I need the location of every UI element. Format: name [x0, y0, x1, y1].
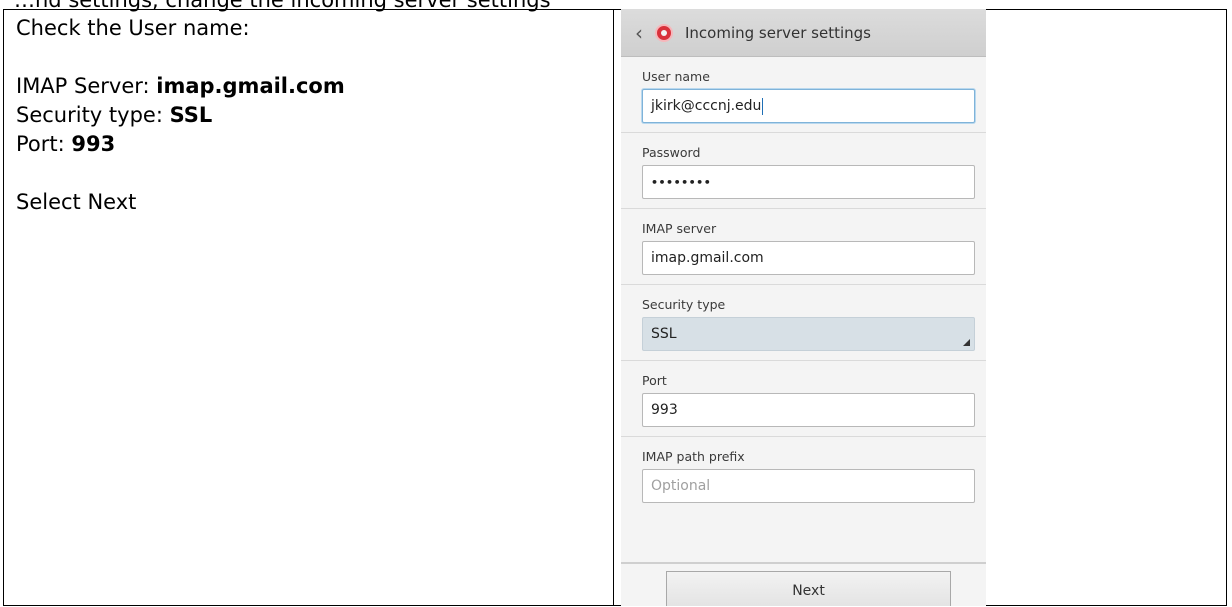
security-type-group: Security type SSL — [621, 285, 986, 361]
instructions-cell: Check the User name: IMAP Server: imap.g… — [16, 14, 596, 217]
imap-server-field[interactable]: imap.gmail.com — [642, 241, 975, 275]
imap-server-label: IMAP Server: — [16, 74, 157, 98]
user-name-label: User name — [642, 69, 710, 84]
instruction-imap-server: IMAP Server: imap.gmail.com — [16, 72, 596, 101]
header-title: Incoming server settings — [685, 23, 871, 42]
dropdown-arrow-icon — [963, 339, 970, 346]
phone-header: ‹ Incoming server settings — [621, 9, 986, 57]
button-bar-divider — [621, 562, 986, 564]
instruction-select-next: Select Next — [16, 190, 137, 214]
imap-path-prefix-group: IMAP path prefix Optional — [621, 437, 986, 503]
text-caret — [762, 97, 764, 115]
imap-server-field-label: IMAP server — [642, 221, 717, 236]
imap-path-prefix-label: IMAP path prefix — [642, 449, 745, 464]
instruction-check-username: Check the User name: — [16, 16, 250, 40]
password-value: •••••••• — [651, 175, 712, 189]
security-type-value: SSL — [169, 103, 213, 127]
imap-server-field-value: imap.gmail.com — [651, 250, 764, 266]
table-column-divider — [613, 9, 614, 606]
imap-server-group: IMAP server imap.gmail.com — [621, 209, 986, 285]
password-label: Password — [642, 145, 701, 160]
security-type-label: Security type: — [16, 103, 170, 127]
imap-server-value: imap.gmail.com — [156, 74, 345, 98]
phone-screenshot: ‹ Incoming server settings User name jki… — [621, 9, 986, 606]
port-label: Port: — [16, 132, 72, 156]
port-field[interactable]: 993 — [642, 393, 975, 427]
email-app-icon — [655, 23, 673, 42]
password-field[interactable]: •••••••• — [642, 165, 975, 199]
user-name-group: User name jkirk@cccnj.edu — [621, 57, 986, 133]
port-field-label: Port — [642, 373, 667, 388]
imap-path-prefix-field[interactable]: Optional — [642, 469, 975, 503]
user-name-value: jkirk@cccnj.edu — [651, 98, 762, 114]
next-button[interactable]: Next — [666, 571, 951, 606]
port-group: Port 993 — [621, 361, 986, 437]
instruction-port: Port: 993 — [16, 130, 596, 159]
port-value: 993 — [71, 132, 116, 156]
instruction-security-type: Security type: SSL — [16, 101, 596, 130]
password-group: Password •••••••• — [621, 133, 986, 209]
security-type-selected: SSL — [651, 326, 677, 342]
imap-path-prefix-placeholder: Optional — [651, 478, 711, 494]
chevron-left-icon[interactable]: ‹ — [629, 21, 649, 45]
user-name-field[interactable]: jkirk@cccnj.edu — [642, 89, 975, 123]
security-type-field-label: Security type — [642, 297, 726, 312]
port-field-value: 993 — [651, 402, 678, 418]
security-type-dropdown[interactable]: SSL — [642, 317, 975, 351]
